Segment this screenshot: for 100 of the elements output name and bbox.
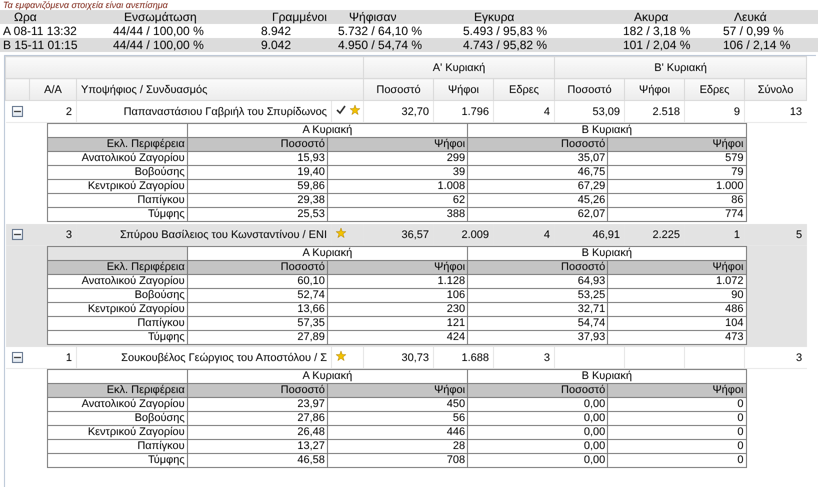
column-header: Ψήφοι <box>608 138 746 152</box>
table-cell: 28 <box>327 440 468 454</box>
table-cell: 46,75 <box>468 166 608 180</box>
column-header[interactable]: Ποσοστό <box>554 78 625 100</box>
column-header: Ψήφοι <box>608 384 746 398</box>
column-header[interactable]: Ποσοστό <box>364 78 434 100</box>
summary-header: Ψήφισαν <box>335 10 460 24</box>
table-cell: 388 <box>327 208 468 222</box>
table-cell: 35,07 <box>468 152 608 166</box>
table-cell: 0,00 <box>468 426 608 440</box>
table-cell: 86 <box>608 194 746 208</box>
group-header: Α Κυριακή <box>187 246 468 260</box>
group-header: Α Κυριακή <box>187 370 468 384</box>
table-cell: 1.000 <box>608 180 746 194</box>
table-cell: 15,93 <box>187 152 328 166</box>
table-cell: 774 <box>608 208 746 222</box>
table-cell: Παπίγκου <box>47 316 188 330</box>
table-cell: 67,29 <box>468 180 608 194</box>
column-header: Ποσοστό <box>468 384 608 398</box>
table-cell: 29,38 <box>187 194 328 208</box>
table-cell: 424 <box>327 330 468 344</box>
table-cell: 62,07 <box>468 208 608 222</box>
summary-header: Ωρα <box>0 10 110 24</box>
table-cell: Βοβούσης <box>47 412 188 426</box>
table-cell: Κεντρικού Ζαγορίου <box>47 180 188 194</box>
table-cell: 1.128 <box>327 274 468 288</box>
table-cell: Τύμφης <box>47 330 188 344</box>
table-cell: Κεντρικού Ζαγορίου <box>47 302 188 316</box>
table-cell: 446 <box>327 426 468 440</box>
collapse-toggle[interactable] <box>12 106 22 117</box>
table-cell: Βοβούσης <box>47 166 188 180</box>
summary-cell: 4.743 / 95,82 % <box>460 38 620 52</box>
column-header: Εκλ. Περιφέρεια <box>47 138 188 152</box>
group-header: Β Κυριακή <box>468 370 746 384</box>
table-cell: Τύμφης <box>47 208 188 222</box>
column-header: Εκλ. Περιφέρεια <box>47 260 188 274</box>
column-header[interactable]: Ψήφοι <box>434 78 494 100</box>
table-cell: 0,00 <box>468 454 608 468</box>
group-header: Α Κυριακή <box>187 124 468 138</box>
minus-icon <box>14 108 20 115</box>
column-header[interactable]: Εδρες <box>494 78 555 100</box>
table-cell: Ανατολικού Ζαγορίου <box>47 398 188 412</box>
table-cell: 1.072 <box>608 274 746 288</box>
table-cell: 59,86 <box>187 180 328 194</box>
table-cell: 19,40 <box>187 166 328 180</box>
minus-icon <box>14 354 20 361</box>
table-cell: Παπίγκου <box>47 194 188 208</box>
table-cell: 57,35 <box>187 316 328 330</box>
table-cell: 60,10 <box>187 274 328 288</box>
table-cell: 13,27 <box>187 440 328 454</box>
table-cell: 1.008 <box>327 180 468 194</box>
summary-cell: Β 15-11 01:15 <box>0 38 110 52</box>
summary-header: Εγκυρα <box>460 10 620 24</box>
table-cell: 486 <box>608 302 746 316</box>
table-cell: Τύμφης <box>47 454 188 468</box>
group-header: Β' Κυριακή <box>554 56 807 78</box>
table-cell: 13,66 <box>187 302 328 316</box>
summary-header: Ακυρα <box>620 10 720 24</box>
table-cell: 299 <box>327 152 468 166</box>
table-cell: Ανατολικού Ζαγορίου <box>47 152 188 166</box>
table-cell: 27,89 <box>187 330 328 344</box>
table-cell: 579 <box>608 152 746 166</box>
column-header: Ποσοστό <box>187 138 328 152</box>
star-icon <box>336 228 346 238</box>
column-header[interactable]: Εδρες <box>684 78 745 100</box>
table-cell: 32,71 <box>468 302 608 316</box>
table-cell: 450 <box>327 398 468 412</box>
table-cell: 473 <box>608 330 746 344</box>
column-header: Ποσοστό <box>468 138 608 152</box>
table-cell: 27,86 <box>187 412 328 426</box>
summary-header: Ενσωμάτωση <box>110 10 258 24</box>
table-cell: Κεντρικού Ζαγορίου <box>47 426 188 440</box>
table-cell: 25,53 <box>187 208 328 222</box>
table-cell: 64,93 <box>468 274 608 288</box>
table-cell: 104 <box>608 316 746 330</box>
table-cell: 53,25 <box>468 288 608 302</box>
column-header[interactable]: Ψήφοι <box>624 78 685 100</box>
group-header: Α' Κυριακή <box>364 56 555 78</box>
table-cell: 121 <box>327 316 468 330</box>
column-header[interactable]: Σύνολο <box>744 78 807 100</box>
minus-icon <box>14 231 20 238</box>
table-cell: Βοβούσης <box>47 288 188 302</box>
table-cell: 106 <box>327 288 468 302</box>
table-cell: 26,48 <box>187 426 328 440</box>
column-header[interactable]: Α/Α <box>30 78 76 100</box>
column-header: Ψήφοι <box>608 260 746 274</box>
star-icon <box>336 351 346 361</box>
collapse-toggle[interactable] <box>12 229 22 240</box>
column-header[interactable]: Υποψήφιος / Συνδυασμός <box>76 78 364 100</box>
group-header: Β Κυριακή <box>468 124 746 138</box>
summary-cell: 106 / 2,14 % <box>720 38 818 52</box>
collapse-toggle[interactable] <box>12 352 22 363</box>
table-cell: 79 <box>608 166 746 180</box>
table-cell: 54,74 <box>468 316 608 330</box>
table-cell: 0 <box>608 454 746 468</box>
table-cell: 0 <box>608 426 746 440</box>
table-cell: 45,26 <box>468 194 608 208</box>
table-cell: 90 <box>608 288 746 302</box>
group-header: Β Κυριακή <box>468 246 746 260</box>
table-cell: 0 <box>608 398 746 412</box>
